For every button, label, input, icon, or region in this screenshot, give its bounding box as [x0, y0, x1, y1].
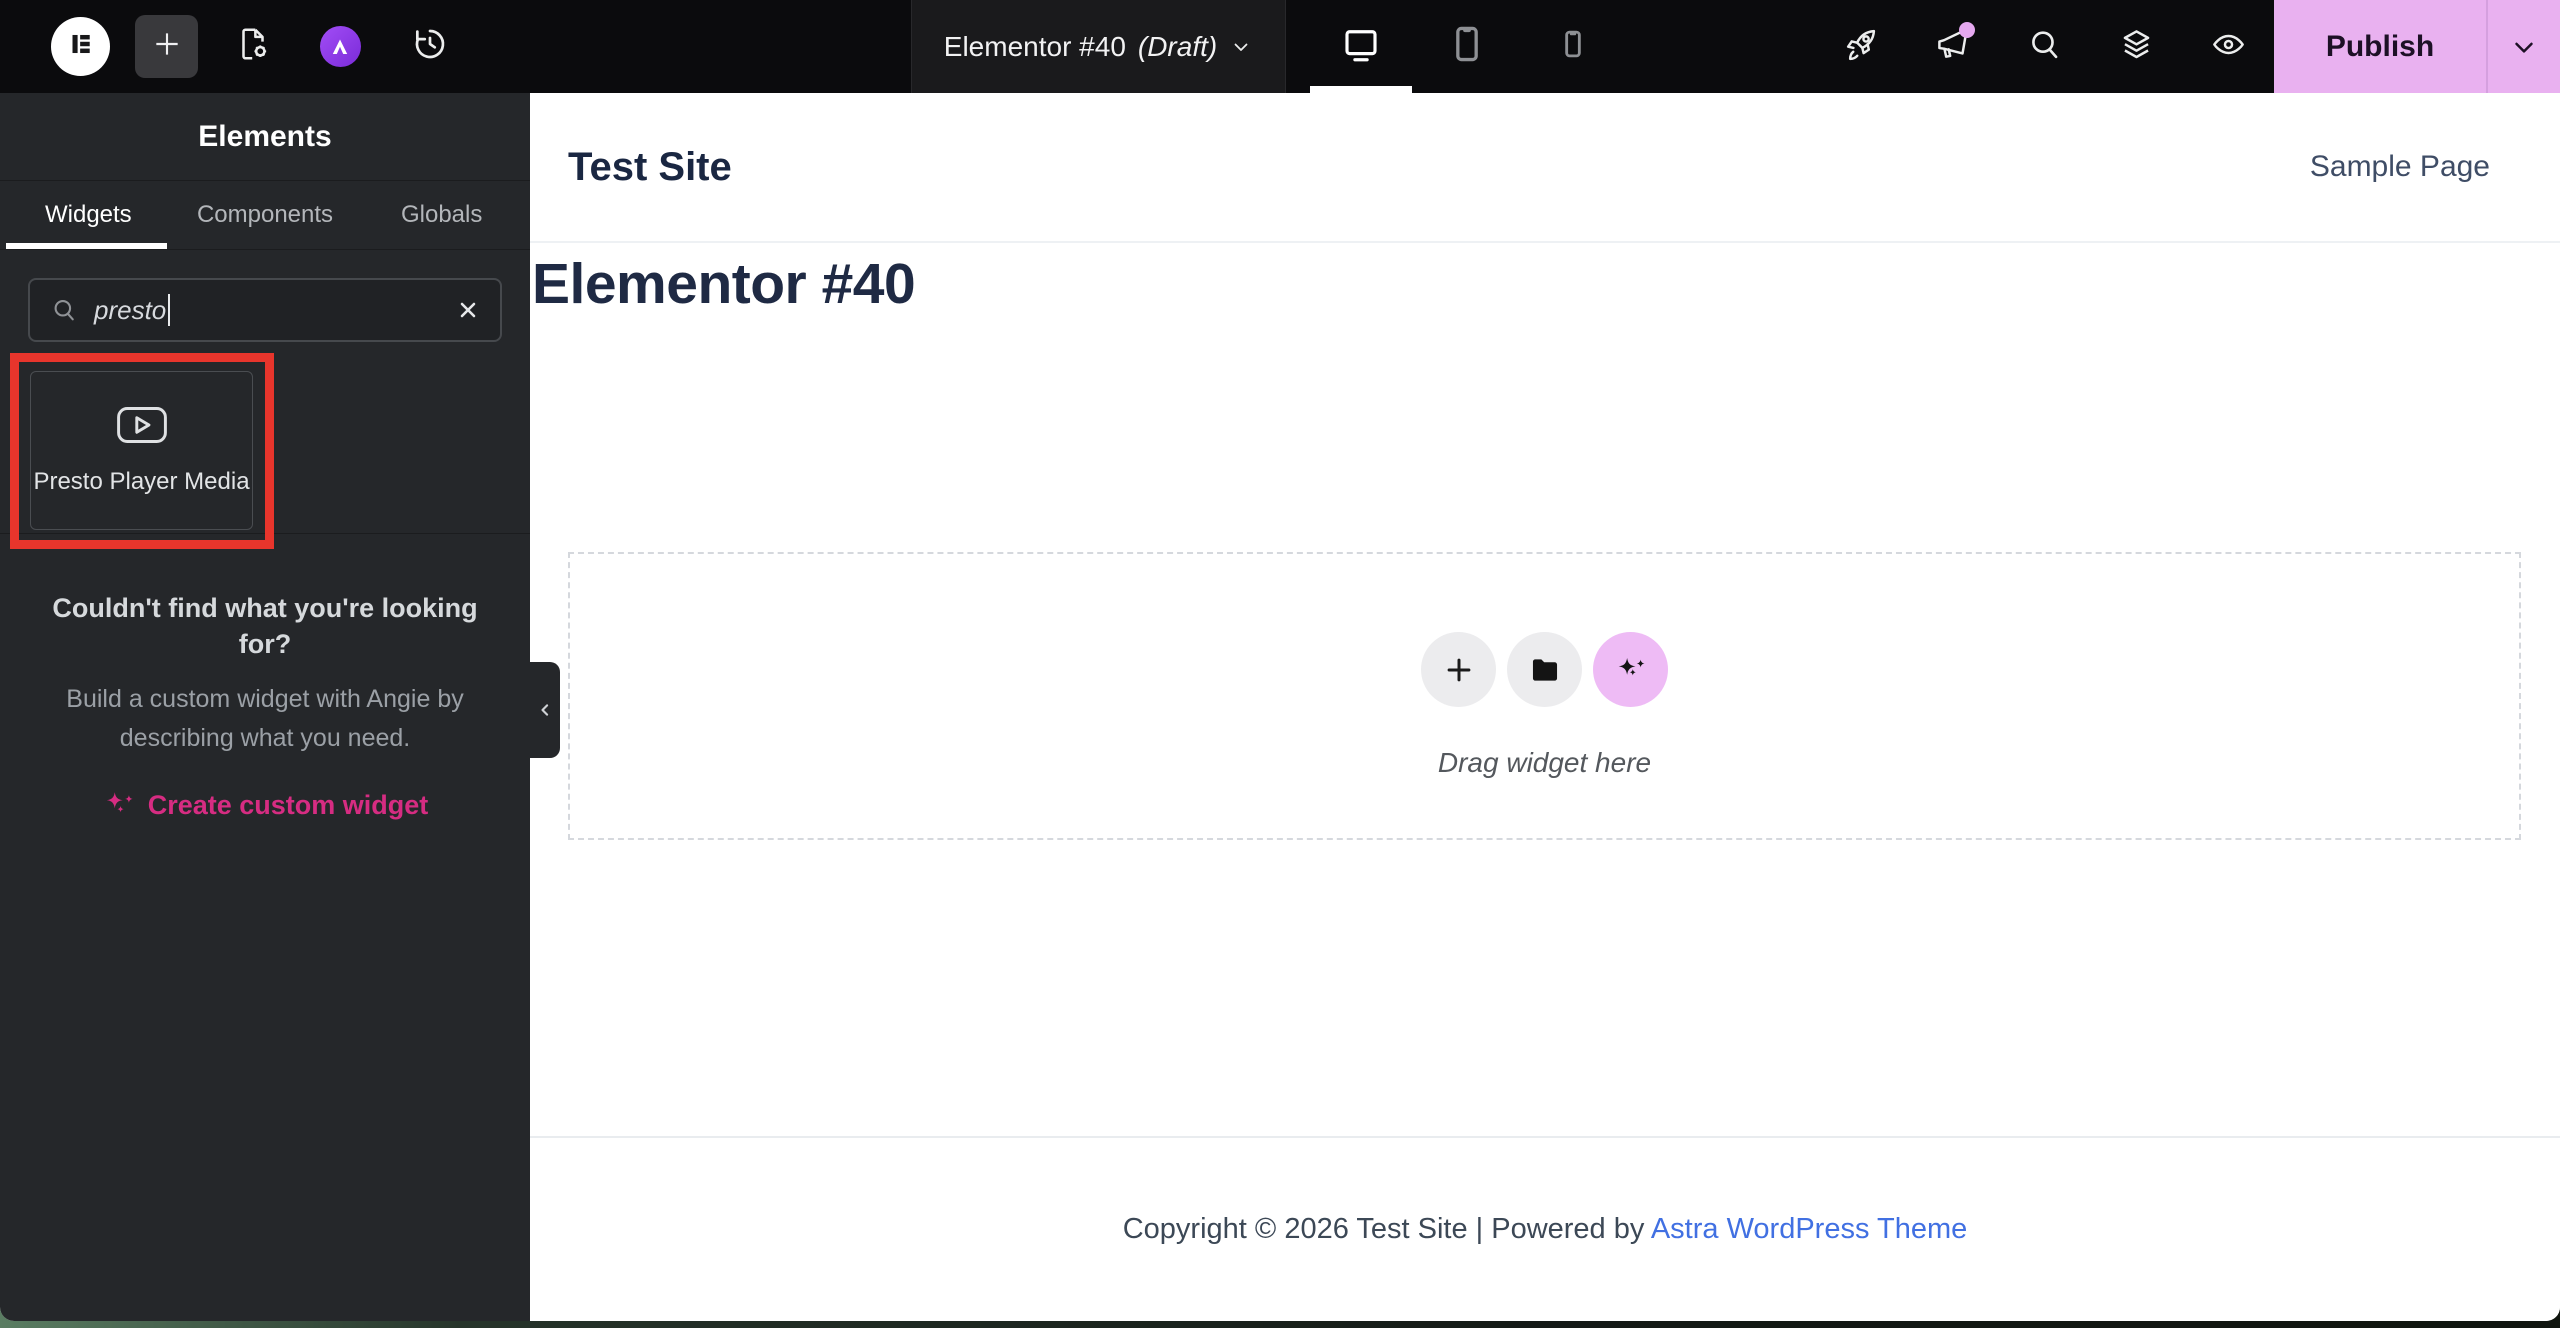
video-play-icon	[116, 405, 168, 450]
copyright-text: Copyright © 2026 Test Site | Powered by	[1122, 1213, 1651, 1245]
structure-button[interactable]	[2118, 28, 2155, 65]
footer-divider	[530, 1136, 2560, 1138]
tab-components[interactable]: Components	[177, 181, 354, 249]
launchpad-button[interactable]	[1842, 28, 1879, 65]
panel-title: Elements	[198, 119, 332, 153]
add-element-button[interactable]	[135, 15, 198, 78]
panel-collapse-handle[interactable]	[529, 662, 560, 758]
plus-icon	[1442, 653, 1476, 687]
app-window: Elementor #40 (Draft) Publish Elements W…	[0, 0, 2560, 1321]
results-divider	[0, 533, 530, 534]
tab-globals[interactable]: Globals	[353, 181, 530, 249]
elements-panel: Elements Widgets Components Globals pres…	[0, 93, 530, 1321]
create-custom-widget-label: Create custom widget	[147, 789, 429, 820]
notification-dot	[1959, 22, 1975, 38]
clear-search-button[interactable]	[456, 298, 480, 322]
site-header: Test Site Sample Page	[530, 93, 2560, 243]
publish-button[interactable]: Publish	[2274, 0, 2486, 93]
search-icon	[2026, 26, 2063, 68]
chevron-down-icon	[1229, 35, 1253, 59]
astra-icon	[319, 26, 361, 67]
page-settings-icon	[234, 25, 272, 68]
editor-canvas: Test Site Sample Page Elementor #40 Drag…	[530, 93, 2560, 1321]
help-block: Couldn't find what you're looking for? B…	[0, 590, 530, 827]
layers-icon	[2118, 26, 2155, 68]
device-mobile-button[interactable]	[1520, 0, 1626, 93]
page-settings-button[interactable]	[228, 0, 278, 93]
eye-icon	[2210, 26, 2247, 68]
create-custom-widget-link[interactable]: Create custom widget	[102, 788, 429, 822]
help-heading: Couldn't find what you're looking for?	[52, 593, 478, 659]
history-button[interactable]	[407, 0, 453, 93]
site-footer: Copyright © 2026 Test Site | Powered by …	[530, 1213, 2560, 1246]
document-status-badge: (Draft)	[1137, 30, 1218, 62]
finder-search-button[interactable]	[2026, 28, 2063, 65]
dropzone-buttons	[1421, 632, 1668, 707]
document-title: Elementor #40	[943, 30, 1126, 62]
search-query-text: presto	[94, 294, 167, 325]
chevron-down-icon	[2509, 32, 2539, 62]
search-icon	[50, 296, 78, 324]
preview-button[interactable]	[2210, 28, 2247, 65]
elementor-menu-button[interactable]	[51, 17, 110, 76]
document-switcher[interactable]: Elementor #40 (Draft)	[911, 0, 1286, 93]
topbar-utility-icons	[1842, 0, 2247, 93]
rocket-icon	[1842, 26, 1879, 68]
mobile-icon	[1554, 25, 1592, 68]
device-desktop-button[interactable]	[1308, 0, 1414, 93]
responsive-device-switcher	[1308, 0, 1626, 93]
template-library-button[interactable]	[1507, 632, 1582, 707]
add-section-button[interactable]	[1421, 632, 1496, 707]
publish-options-button[interactable]	[2486, 0, 2560, 93]
widget-dropzone[interactable]: Drag widget here	[568, 552, 2521, 840]
tab-widgets[interactable]: Widgets	[0, 181, 177, 249]
history-icon	[411, 25, 449, 68]
dropzone-hint: Drag widget here	[1437, 747, 1652, 778]
site-title[interactable]: Test Site	[568, 145, 732, 190]
widget-card-label: Presto Player Media	[33, 468, 250, 495]
panel-tabs: Widgets Components Globals	[0, 181, 530, 250]
tablet-icon	[1445, 22, 1489, 71]
folder-icon	[1528, 653, 1562, 687]
top-bar: Elementor #40 (Draft) Publish	[0, 0, 2560, 93]
ai-builder-button[interactable]	[1593, 632, 1668, 707]
text-caret	[168, 294, 171, 326]
widget-search-input[interactable]: presto	[28, 278, 502, 342]
chevron-left-icon	[535, 700, 555, 720]
widget-card-presto-player-media[interactable]: Presto Player Media	[30, 371, 253, 530]
sparkles-icon	[1613, 652, 1649, 688]
publish-button-group: Publish	[2274, 0, 2560, 93]
astra-theme-link[interactable]: Astra WordPress Theme	[1651, 1213, 1967, 1245]
device-tablet-button[interactable]	[1414, 0, 1520, 93]
desktop-icon	[1338, 23, 1384, 70]
panel-header: Elements	[0, 93, 530, 181]
nav-link-sample-page[interactable]: Sample Page	[2310, 150, 2490, 184]
sparkles-icon	[102, 788, 136, 822]
help-body: Build a custom widget with Angie by desc…	[66, 685, 464, 752]
plus-icon	[151, 28, 183, 65]
whats-new-button[interactable]	[1934, 22, 1975, 65]
astra-ai-button[interactable]	[318, 0, 362, 93]
page-title: Elementor #40	[532, 252, 916, 316]
elementor-logo-icon	[64, 27, 98, 66]
